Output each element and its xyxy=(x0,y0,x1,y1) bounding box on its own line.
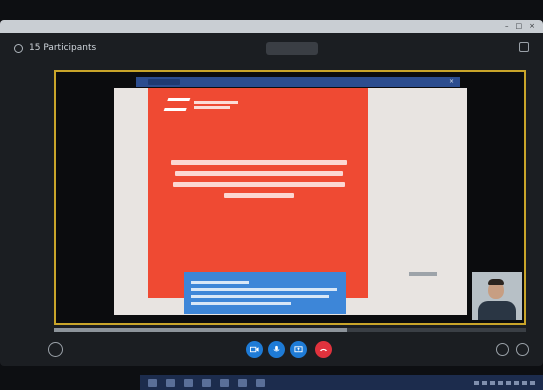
taskbar-app-icon[interactable] xyxy=(166,378,175,387)
taskbar-app-icon[interactable] xyxy=(202,378,211,387)
maximize-icon[interactable]: □ xyxy=(516,23,523,30)
shared-content-stage: × xyxy=(54,70,526,325)
menu-icon[interactable] xyxy=(48,342,63,357)
window-titlebar: – □ × xyxy=(0,20,543,33)
taskbar-app-icon[interactable] xyxy=(148,378,157,387)
participants-label: 15 Participants xyxy=(29,43,97,53)
share-screen-icon xyxy=(294,346,303,353)
more-options-icon[interactable] xyxy=(516,343,529,356)
system-tray xyxy=(474,380,535,385)
presentation-slide xyxy=(114,88,467,315)
video-button[interactable] xyxy=(246,341,263,358)
taskbar-app-icon[interactable] xyxy=(256,378,265,387)
layout-grid-icon[interactable] xyxy=(519,42,529,52)
share-options-chip[interactable] xyxy=(148,79,180,85)
video-icon xyxy=(250,346,259,353)
participants-button[interactable]: 15 Participants xyxy=(14,43,96,53)
presenter-info-box xyxy=(184,272,346,314)
screen-share-bar: × xyxy=(136,77,460,87)
os-taskbar xyxy=(140,375,543,390)
close-window-icon[interactable]: × xyxy=(529,23,535,30)
monitor-screen: – □ × 15 Participants × xyxy=(0,20,543,366)
microphone-icon xyxy=(273,345,280,352)
stop-share-icon[interactable]: × xyxy=(449,79,454,85)
participant-torso xyxy=(478,301,516,320)
share-progress-bar xyxy=(54,328,526,332)
taskbar-app-icon[interactable] xyxy=(184,378,193,387)
end-call-button[interactable] xyxy=(315,341,332,358)
self-view-video[interactable] xyxy=(472,272,522,320)
slide-red-panel xyxy=(148,88,368,298)
taskbar-app-icon[interactable] xyxy=(220,378,229,387)
participant-hair xyxy=(488,279,504,285)
share-screen-button[interactable] xyxy=(290,341,307,358)
meeting-window: 15 Participants × xyxy=(0,33,543,366)
chat-icon[interactable] xyxy=(496,343,509,356)
minimize-icon[interactable]: – xyxy=(505,23,509,30)
meeting-info-pill[interactable] xyxy=(266,42,318,55)
end-call-icon xyxy=(319,348,328,352)
microphone-button[interactable] xyxy=(268,341,285,358)
participants-icon xyxy=(14,43,23,53)
slide-footnote xyxy=(409,272,437,276)
institution-logo xyxy=(163,98,238,111)
logo-mark-icon xyxy=(163,98,191,111)
taskbar-app-icon[interactable] xyxy=(238,378,247,387)
meeting-topbar: 15 Participants xyxy=(0,33,543,63)
slide-title xyxy=(164,150,354,214)
layout-controls xyxy=(509,42,529,52)
call-controls xyxy=(0,338,543,362)
share-progress-fill xyxy=(54,328,347,332)
window-controls: – □ × xyxy=(505,23,535,30)
logo-lettering xyxy=(194,100,238,109)
